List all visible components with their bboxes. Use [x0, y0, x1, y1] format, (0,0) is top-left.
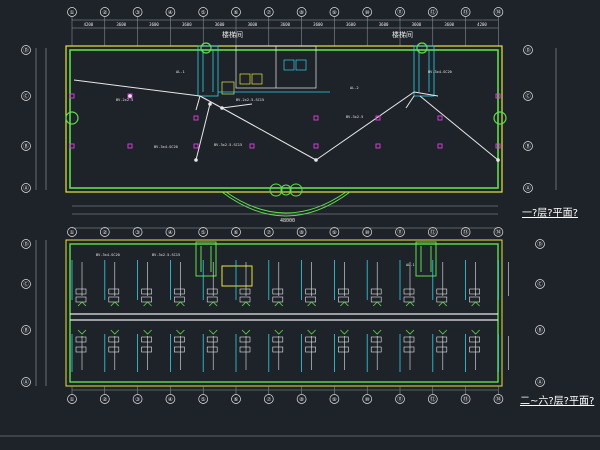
plan1-tag: BV-3x2.5: [346, 115, 363, 119]
svg-text:Ⓑ: Ⓑ: [23, 326, 29, 334]
svg-text:⑬: ⑬: [463, 228, 469, 236]
svg-text:⑭: ⑭: [496, 395, 502, 403]
svg-text:①: ①: [70, 9, 75, 16]
svg-text:⑭: ⑭: [496, 8, 502, 16]
plan1-tag: BV-3x4-SC20: [428, 70, 452, 74]
plan1-dim-13: 4200: [477, 22, 487, 27]
svg-text:②: ②: [102, 396, 107, 403]
svg-text:①: ①: [70, 229, 75, 236]
plan1-title: 一?层?平面?: [522, 208, 578, 219]
svg-text:⑨: ⑨: [332, 229, 337, 236]
svg-text:⑥: ⑥: [234, 229, 239, 236]
plan1-dim-3: 3600: [149, 22, 159, 27]
svg-text:Ⓑ: Ⓑ: [525, 142, 531, 150]
plan1-dim-8: 3600: [313, 22, 323, 27]
plan1-dim-4: 3600: [182, 22, 192, 27]
svg-text:Ⓓ: Ⓓ: [23, 46, 29, 54]
svg-text:⑬: ⑬: [463, 395, 469, 403]
svg-text:⑪: ⑪: [397, 395, 403, 403]
svg-text:⑤: ⑤: [201, 396, 206, 403]
plan1-junction: [314, 158, 318, 162]
plan1-dim-9: 3600: [346, 22, 356, 27]
svg-text:⑩: ⑩: [365, 396, 370, 403]
svg-text:②: ②: [102, 9, 107, 16]
plan1-junction: [220, 106, 224, 110]
svg-text:④: ④: [168, 229, 173, 236]
svg-text:⑧: ⑧: [299, 396, 304, 403]
svg-text:Ⓒ: Ⓒ: [23, 92, 29, 100]
svg-text:⑦: ⑦: [266, 396, 271, 403]
plan2-tag: BV-3x4-SC20: [96, 253, 120, 257]
svg-text:⑥: ⑥: [234, 9, 239, 16]
svg-text:⑦: ⑦: [266, 229, 271, 236]
plan1-dim-1: 4200: [84, 22, 94, 27]
svg-text:Ⓓ: Ⓓ: [537, 240, 543, 248]
plan1-dim-11: 3600: [412, 22, 422, 27]
svg-text:Ⓓ: Ⓓ: [525, 46, 531, 54]
svg-text:①: ①: [70, 396, 75, 403]
plan1-dim-7: 3600: [280, 22, 290, 27]
plan1-dim-10: 3600: [379, 22, 389, 27]
svg-text:Ⓐ: Ⓐ: [525, 184, 531, 192]
svg-text:Ⓐ: Ⓐ: [537, 378, 543, 386]
svg-text:⑬: ⑬: [463, 8, 469, 16]
plan2-tag: AL-1: [406, 263, 415, 267]
svg-text:⑤: ⑤: [201, 229, 206, 236]
plan1-dim-2: 3600: [116, 22, 126, 27]
svg-text:Ⓑ: Ⓑ: [23, 142, 29, 150]
svg-text:④: ④: [168, 396, 173, 403]
plan1-tag: AL-2: [350, 86, 359, 90]
plan1-tag: BV-3x2.5-SC15: [214, 143, 242, 147]
svg-text:⑩: ⑩: [365, 9, 370, 16]
svg-text:Ⓑ: Ⓑ: [537, 326, 543, 334]
svg-text:⑨: ⑨: [332, 9, 337, 16]
plan1-junction: [496, 158, 500, 162]
svg-text:Ⓒ: Ⓒ: [23, 280, 29, 288]
plan2-tag: BV-3x2.5-SC15: [152, 253, 180, 257]
svg-text:⑫: ⑫: [430, 228, 436, 236]
svg-text:③: ③: [135, 229, 140, 236]
plan1-tag: AL-1: [176, 70, 185, 74]
svg-text:Ⓓ: Ⓓ: [23, 240, 29, 248]
svg-text:⑨: ⑨: [332, 396, 337, 403]
svg-text:⑦: ⑦: [266, 9, 271, 16]
svg-text:⑤: ⑤: [201, 9, 206, 16]
svg-text:⑫: ⑫: [430, 395, 436, 403]
svg-text:⑪: ⑪: [397, 8, 403, 16]
svg-text:Ⓒ: Ⓒ: [537, 280, 543, 288]
plan1-tag: BV-2x2.5: [116, 98, 133, 102]
plan1-tag: BV-2x2.5-SC15: [236, 98, 264, 102]
plan1-stair-label-right: 楼梯间: [392, 30, 413, 39]
cad-drawing-canvas: ① ② ③ ④ ⑤ ⑥ ⑦ ⑧ ⑨ ⑩ ⑪ ⑫ ⑬ ⑭ 4200 3600 3600 3600 3600 3600 36…: [0, 0, 600, 450]
svg-text:⑩: ⑩: [365, 229, 370, 236]
svg-text:⑧: ⑧: [299, 229, 304, 236]
svg-text:⑭: ⑭: [496, 228, 502, 236]
svg-text:⑧: ⑧: [299, 9, 304, 16]
plan1-total-dimension: 48000: [280, 218, 295, 224]
plan1-stair-label-left: 楼梯间: [222, 30, 243, 39]
plan1-dim-5: 3600: [215, 22, 225, 27]
plan1-dim-12: 3600: [444, 22, 454, 27]
svg-text:⑪: ⑪: [397, 228, 403, 236]
plan1-junction: [208, 102, 212, 106]
svg-text:②: ②: [102, 229, 107, 236]
plan1-tag: BV-3x4-SC20: [154, 145, 178, 149]
plan2-title: 二~六?层?平面?: [520, 396, 595, 407]
svg-text:Ⓐ: Ⓐ: [23, 378, 29, 386]
plan1-dim-6: 3600: [248, 22, 258, 27]
svg-text:⑥: ⑥: [234, 396, 239, 403]
svg-text:Ⓒ: Ⓒ: [525, 92, 531, 100]
svg-text:③: ③: [135, 9, 140, 16]
svg-text:⑫: ⑫: [430, 8, 436, 16]
svg-text:③: ③: [135, 396, 140, 403]
plan1-junction: [194, 158, 198, 162]
svg-text:④: ④: [168, 9, 173, 16]
svg-text:Ⓐ: Ⓐ: [23, 184, 29, 192]
